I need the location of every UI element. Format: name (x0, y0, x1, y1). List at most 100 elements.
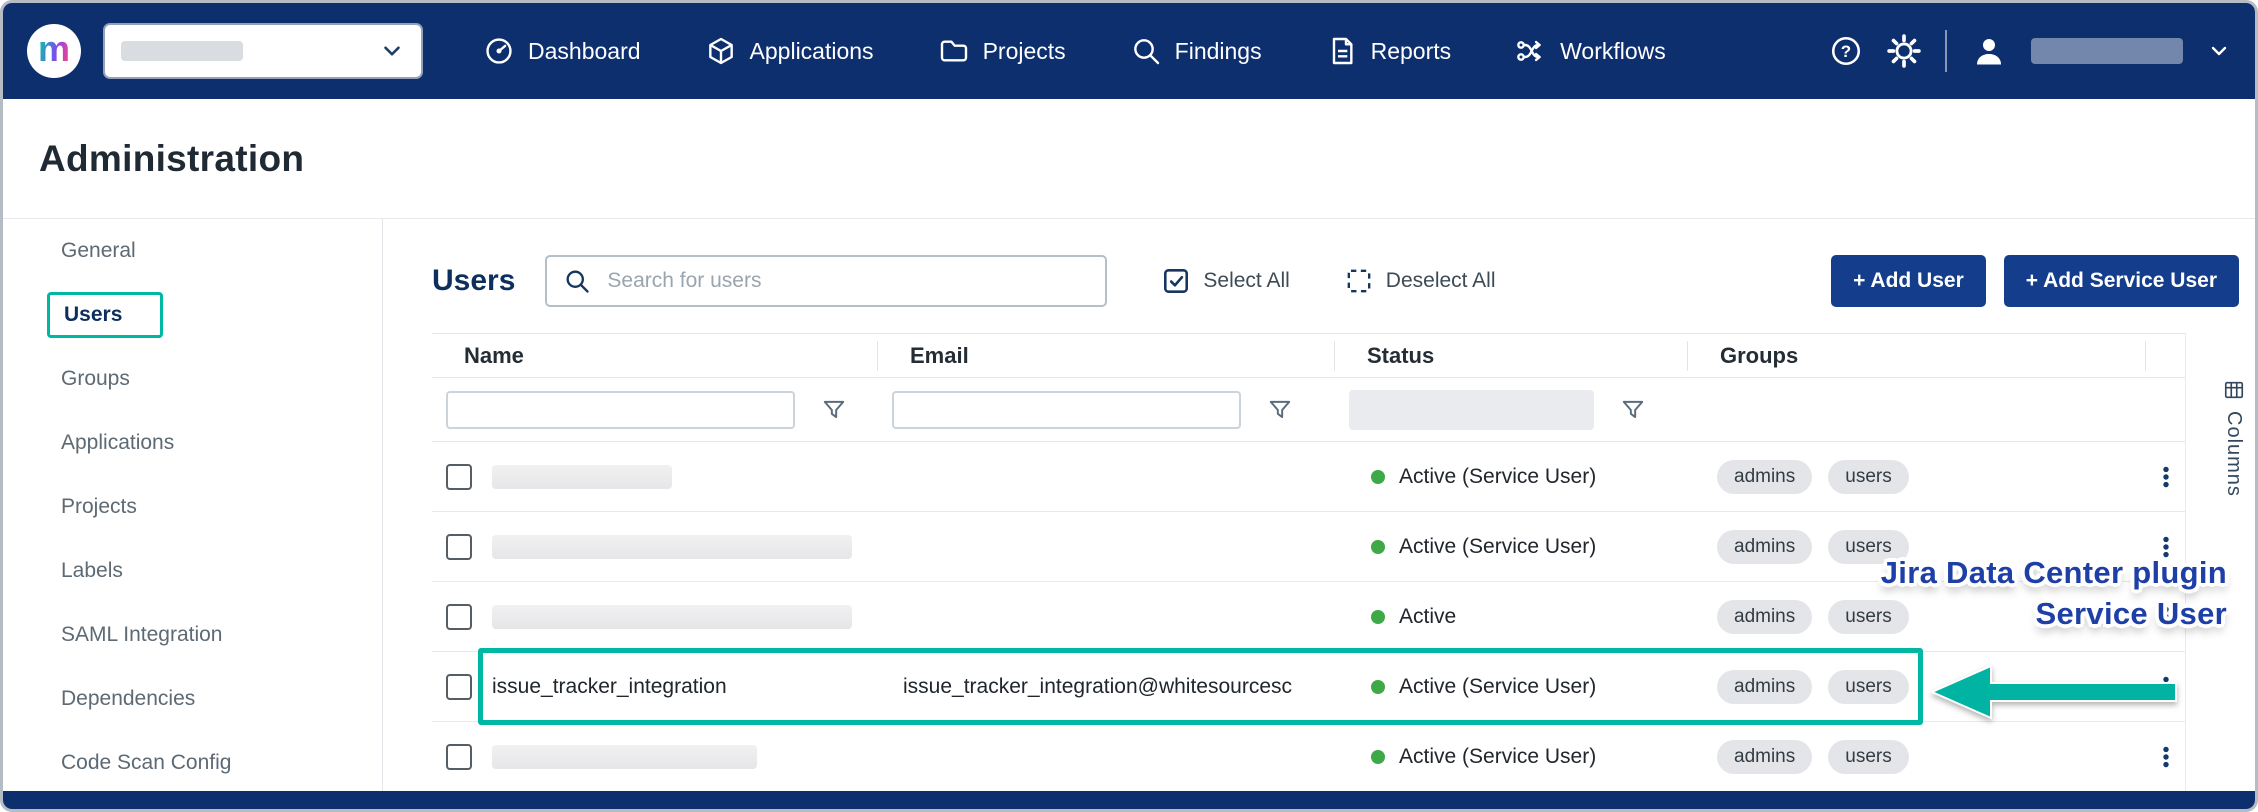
filter-funnel-icon[interactable] (1267, 397, 1293, 423)
mend-logo[interactable]: m (27, 24, 81, 78)
nav-label: Workflows (1560, 38, 1666, 65)
status-text: Active (1399, 605, 1456, 629)
select-all-icon (1161, 266, 1191, 296)
groups-cell: admins users (1688, 460, 2146, 494)
group-chip: admins (1717, 740, 1812, 774)
sidebar-item-groups[interactable]: Groups (3, 347, 382, 411)
sidebar-item-code-scan-config[interactable]: Code Scan Config (3, 731, 382, 795)
nav-item-findings[interactable]: Findings (1130, 35, 1262, 67)
select-all-button[interactable]: Select All (1161, 266, 1289, 296)
email-cell: issue_tracker_integration@whitesourcesc (878, 675, 1335, 699)
page-header: Administration (3, 99, 2255, 219)
row-checkbox[interactable] (446, 744, 472, 770)
status-dot (1371, 470, 1385, 484)
magnifier-icon (1130, 35, 1162, 67)
kebab-menu-icon[interactable] (2153, 464, 2179, 490)
status-cell: Active (Service User) (1335, 745, 1688, 769)
annotation-line-2: Service User (1881, 593, 2227, 634)
column-header-actions (2146, 341, 2185, 371)
sidebar-item-general[interactable]: General (3, 219, 382, 283)
user-email: issue_tracker_integration@whitesourcesc (903, 675, 1292, 698)
add-service-user-button[interactable]: + Add Service User (2004, 255, 2239, 307)
user-menu[interactable] (1971, 33, 2007, 69)
sidebar-item-label: Groups (61, 367, 130, 391)
name-filter-cell (432, 391, 878, 429)
row-checkbox[interactable] (446, 604, 472, 630)
columns-grid-icon (2223, 379, 2245, 401)
sidebar-item-dependencies[interactable]: Dependencies (3, 667, 382, 731)
sidebar-item-label: Labels (61, 559, 123, 583)
settings-button[interactable] (1887, 34, 1921, 68)
search-input[interactable] (605, 268, 1089, 294)
workspace-dropdown[interactable] (103, 23, 423, 79)
column-header-name[interactable]: Name (432, 341, 878, 371)
help-button[interactable]: ? (1829, 34, 1863, 68)
groups-cell: admins users (1688, 740, 2146, 774)
column-header-status[interactable]: Status (1335, 341, 1688, 371)
username-redacted (2031, 38, 2183, 64)
sidebar-item-saml-integration[interactable]: SAML Integration (3, 603, 382, 667)
redacted-name (492, 465, 672, 489)
top-nav: m Dashboard Applications Projects Findin… (3, 3, 2255, 99)
sidebar-item-label: SAML Integration (61, 623, 222, 647)
columns-toggle[interactable]: Columns (2222, 379, 2245, 497)
row-checkbox[interactable] (446, 674, 472, 700)
sidebar-item-applications[interactable]: Applications (3, 411, 382, 475)
columns-label: Columns (2222, 411, 2245, 497)
annotation-arrow (1928, 663, 2180, 726)
filter-funnel-icon[interactable] (1620, 397, 1646, 423)
redacted-name (492, 605, 852, 629)
add-user-button[interactable]: + Add User (1831, 255, 1986, 307)
row-checkbox[interactable] (446, 464, 472, 490)
nav-item-projects[interactable]: Projects (938, 35, 1066, 67)
gear-icon (1887, 34, 1921, 68)
nav-label: Applications (750, 38, 874, 65)
sidebar-item-projects[interactable]: Projects (3, 475, 382, 539)
sidebar-item-label: Users (47, 292, 163, 338)
section-title: Users (432, 264, 515, 298)
column-header-email[interactable]: Email (878, 341, 1335, 371)
group-chip: admins (1717, 600, 1812, 634)
group-chip: users (1828, 740, 1908, 774)
column-header-groups[interactable]: Groups (1688, 341, 2146, 371)
nav-item-reports[interactable]: Reports (1326, 35, 1452, 67)
sidebar-item-labels[interactable]: Labels (3, 539, 382, 603)
status-dot (1371, 680, 1385, 694)
status-text: Active (Service User) (1399, 535, 1596, 559)
page-title: Administration (39, 138, 304, 180)
bottom-bar (3, 791, 2255, 809)
chevron-down-icon (379, 38, 405, 64)
workspace-name-redacted (121, 41, 243, 61)
nav-item-applications[interactable]: Applications (705, 35, 874, 67)
table-row: Active (Service User) admins users (432, 442, 2185, 512)
email-filter-input[interactable] (892, 391, 1241, 429)
user-name: issue_tracker_integration (492, 675, 727, 699)
table-row: Active (Service User) admins users (432, 722, 2185, 792)
nav-label: Reports (1371, 38, 1452, 65)
actions-cell (2146, 744, 2185, 770)
row-checkbox[interactable] (446, 534, 472, 560)
document-icon (1326, 35, 1358, 67)
search-icon (563, 267, 591, 295)
group-chip: admins (1717, 460, 1812, 494)
workflow-icon (1515, 35, 1547, 67)
deselect-all-button[interactable]: Deselect All (1344, 266, 1496, 296)
sidebar-item-users[interactable]: Users (3, 283, 382, 347)
annotation-text: Jira Data Center plugin Service User (1881, 552, 2227, 634)
toolbar-buttons: + Add User + Add Service User (1831, 255, 2239, 307)
nav-item-workflows[interactable]: Workflows (1515, 35, 1666, 67)
kebab-menu-icon[interactable] (2153, 744, 2179, 770)
deselect-all-label: Deselect All (1386, 269, 1496, 293)
status-cell: Active (Service User) (1335, 675, 1688, 699)
status-filter-input[interactable] (1349, 390, 1594, 430)
deselect-all-icon (1344, 266, 1374, 296)
nav-item-dashboard[interactable]: Dashboard (483, 35, 641, 67)
chevron-down-icon[interactable] (2207, 39, 2231, 63)
filter-funnel-icon[interactable] (821, 397, 847, 423)
annotation-line-1: Jira Data Center plugin (1881, 552, 2227, 593)
status-text: Active (Service User) (1399, 675, 1596, 699)
user-avatar-icon (1971, 33, 2007, 69)
nav-right-controls: ? (1829, 30, 2231, 72)
main-nav: Dashboard Applications Projects Findings… (483, 35, 1666, 67)
name-filter-input[interactable] (446, 391, 795, 429)
